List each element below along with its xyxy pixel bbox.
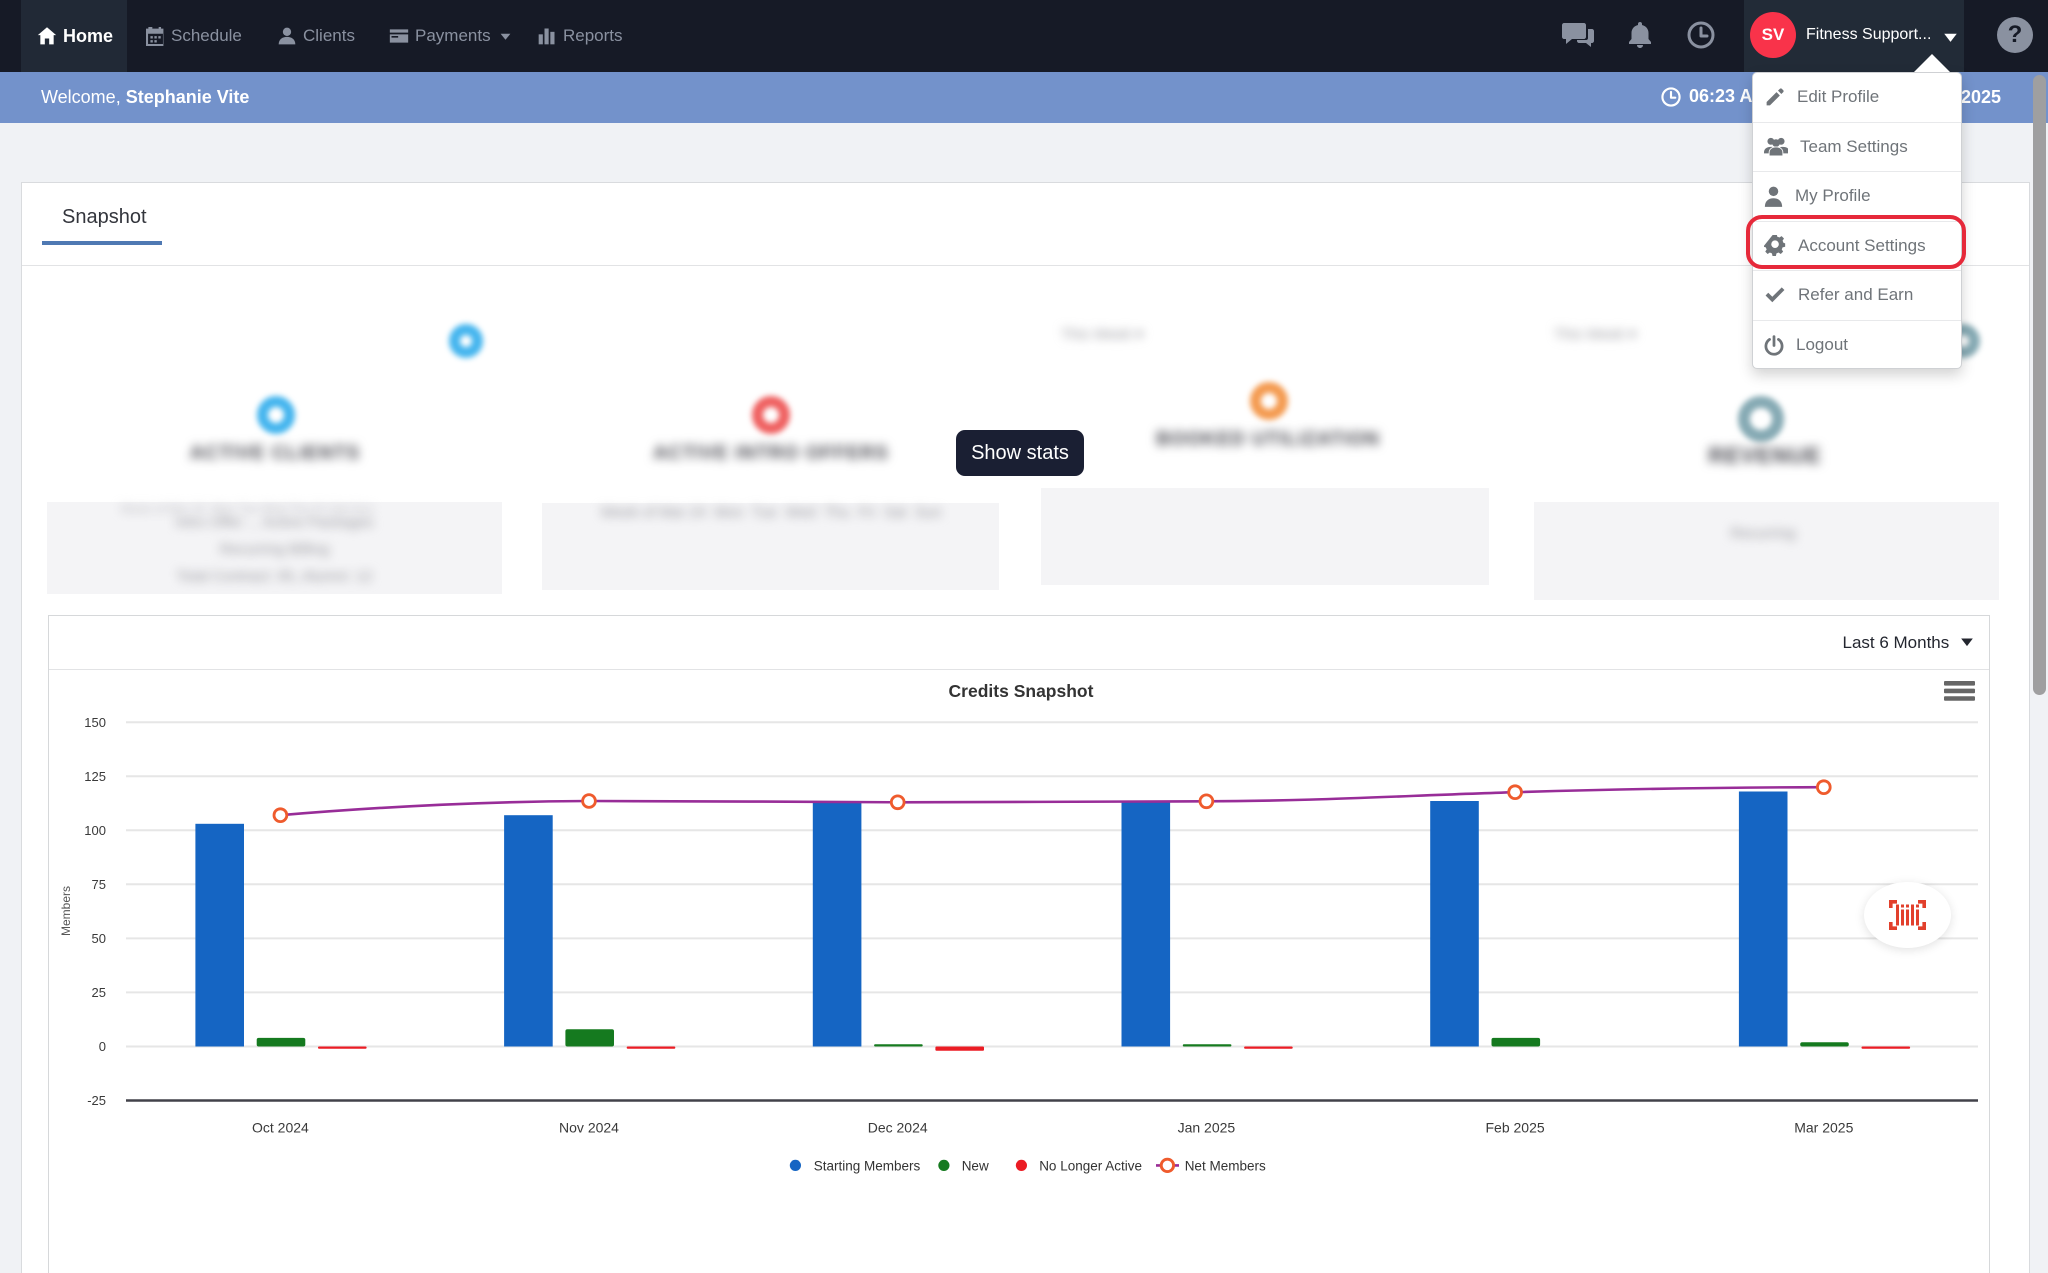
svg-text:125: 125	[84, 769, 106, 784]
svg-text:100: 100	[84, 823, 106, 838]
svg-text:50: 50	[92, 931, 106, 946]
svg-text:Feb 2025: Feb 2025	[1486, 1120, 1545, 1136]
svg-text:Mar 2025: Mar 2025	[1794, 1120, 1853, 1136]
svg-text:-25: -25	[87, 1093, 106, 1108]
svg-text:Credits Snapshot: Credits Snapshot	[949, 681, 1094, 701]
svg-text:150: 150	[84, 715, 106, 730]
svg-text:Net Members: Net Members	[1185, 1158, 1266, 1173]
svg-text:No Longer Active: No Longer Active	[1039, 1158, 1142, 1173]
svg-text:75: 75	[92, 877, 106, 892]
svg-text:Nov 2024: Nov 2024	[559, 1120, 619, 1136]
svg-text:Dec 2024: Dec 2024	[868, 1120, 928, 1136]
svg-text:25: 25	[92, 985, 106, 1000]
svg-text:Starting Members: Starting Members	[814, 1158, 921, 1173]
svg-text:0: 0	[99, 1039, 106, 1054]
svg-text:New: New	[962, 1158, 989, 1173]
svg-text:Oct 2024: Oct 2024	[252, 1120, 309, 1136]
svg-text:Jan 2025: Jan 2025	[1178, 1120, 1236, 1136]
svg-text:Members: Members	[59, 886, 73, 936]
